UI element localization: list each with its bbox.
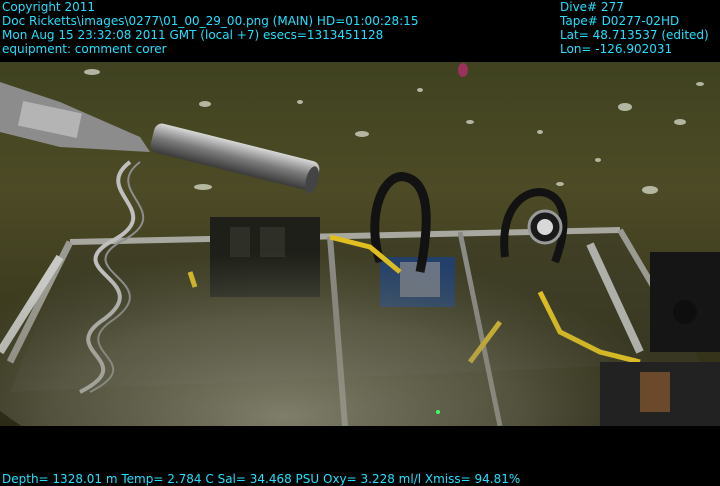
dive-number-text: Dive# 277 [560,0,624,14]
timestamp-text: Mon Aug 15 23:32:08 2011 GMT (local +7) … [2,28,384,42]
sea-creature [458,63,468,77]
overlay-top-left: Copyright 2011 Doc Ricketts\images\0277\… [2,0,418,56]
copyright-text: Copyright 2011 [2,0,95,14]
overlay-bottom: Depth= 1328.01 m Temp= 2.784 C Sal= 34.4… [2,472,520,486]
laser-dot [436,410,440,414]
seafloor-image [0,62,720,426]
overlay-top-right: Dive# 277 Tape# D0277-02HD Lat= 48.71353… [560,0,709,56]
equipment-text: equipment: comment corer [2,42,167,56]
video-frame: Copyright 2011 Doc Ricketts\images\0277\… [0,0,720,486]
latitude-text: Lat= 48.713537 (edited) [560,28,709,42]
tape-number-text: Tape# D0277-02HD [560,14,680,28]
seafloor-scene [0,62,720,426]
longitude-text: Lon= -126.902031 [560,42,673,56]
sensor-readout-text: Depth= 1328.01 m Temp= 2.784 C Sal= 34.4… [2,472,521,486]
image-path-text: Doc Ricketts\images\0277\01_00_29_00.png… [2,14,419,28]
